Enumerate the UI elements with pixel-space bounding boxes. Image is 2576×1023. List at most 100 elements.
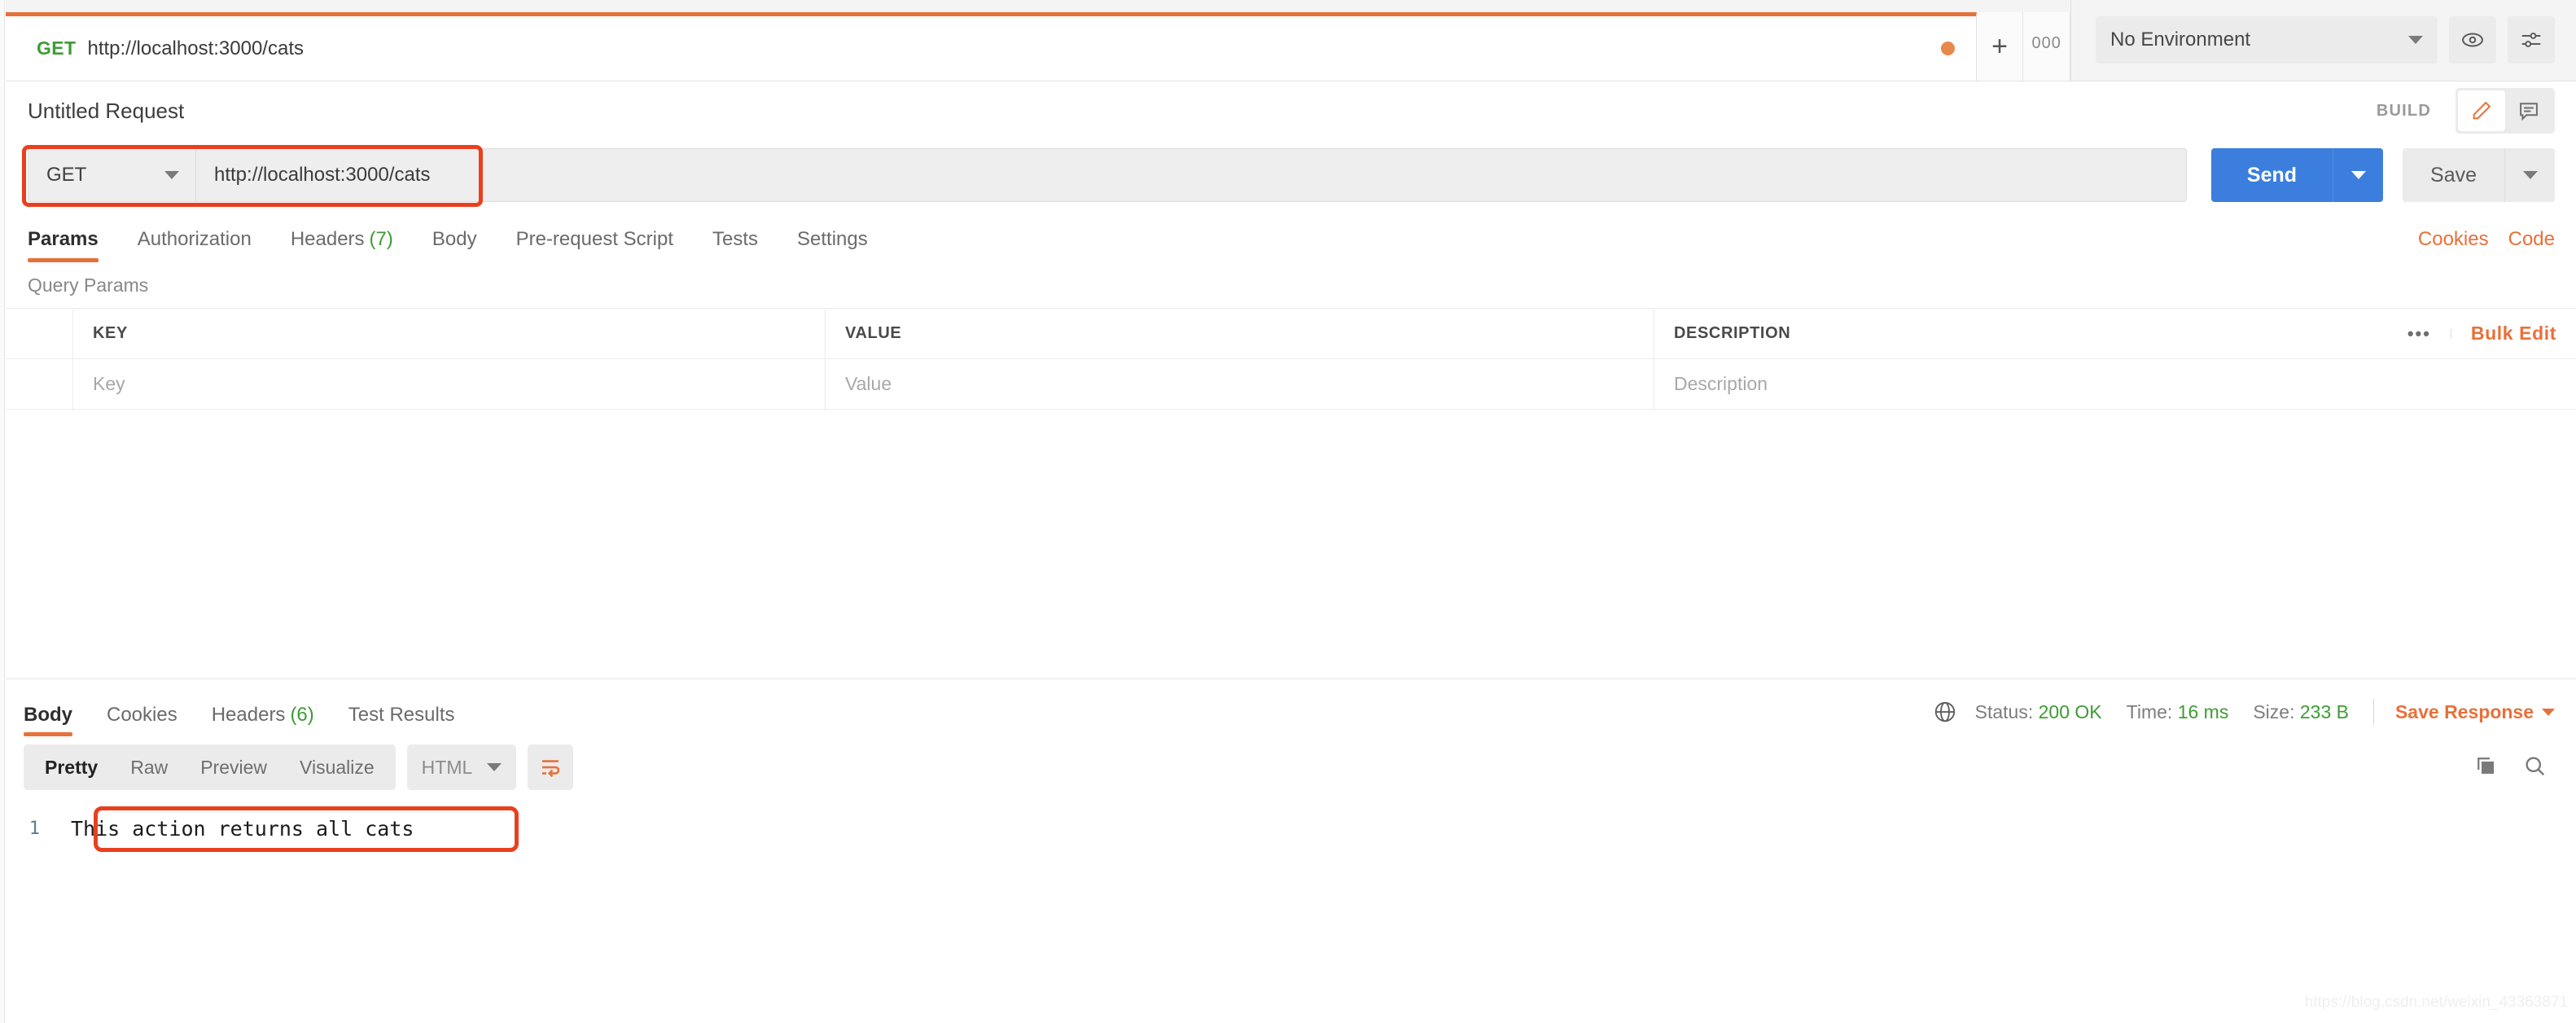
response-view-mode-group: Pretty Raw Preview Visualize xyxy=(24,744,396,790)
tab-options-button[interactable]: 000 xyxy=(2023,12,2070,81)
tab-bar: GET http://localhost:3000/cats + 000 No … xyxy=(6,0,2576,81)
copy-icon xyxy=(2477,757,2494,774)
response-meta: Status: 200 OK Time: 16 ms Size: 233 B S… xyxy=(1933,699,2555,736)
pencil-icon xyxy=(2473,101,2491,120)
comments-button[interactable] xyxy=(2505,90,2552,131)
tab-headers-count: (7) xyxy=(369,228,393,250)
send-button-group: Send xyxy=(2210,148,2384,202)
response-tab-test-results-label: Test Results xyxy=(348,704,455,726)
header-key: KEY xyxy=(73,309,826,358)
build-mode-toggle xyxy=(2456,88,2555,134)
http-method-value: GET xyxy=(46,164,87,186)
response-format-select[interactable]: HTML xyxy=(406,744,517,790)
response-tab-headers[interactable]: Headers (6) xyxy=(212,704,314,736)
response-body-code: 1 This action returns all cats xyxy=(6,798,2576,852)
tab-pre-request-script[interactable]: Pre-request Script xyxy=(516,228,673,262)
environment-select[interactable]: No Environment xyxy=(2096,16,2438,64)
response-tab-cookies[interactable]: Cookies xyxy=(107,704,177,736)
new-tab-button[interactable]: + xyxy=(1976,12,2024,81)
request-tab-url: http://localhost:3000/cats xyxy=(87,37,304,59)
tab-headers[interactable]: Headers (7) xyxy=(291,228,393,262)
response-tab-test-results[interactable]: Test Results xyxy=(348,704,455,736)
table-row: Key Value Description xyxy=(6,359,2576,410)
request-tab-method: GET xyxy=(37,37,77,59)
environment-settings-button[interactable] xyxy=(2508,16,2555,64)
code-line: 1 This action returns all cats xyxy=(6,810,2576,847)
table-tools: ••• Bulk Edit xyxy=(2388,309,2556,358)
status-value: 200 OK xyxy=(2038,700,2102,722)
request-tab[interactable]: GET http://localhost:3000/cats xyxy=(6,12,1977,81)
response-tab-headers-count: (6) xyxy=(290,704,314,726)
request-tabs-links: Cookies Code xyxy=(2418,228,2555,262)
tab-pre-request-script-label: Pre-request Script xyxy=(515,228,673,250)
bulk-edit-link[interactable]: Bulk Edit xyxy=(2451,323,2556,345)
view-mode-visualize[interactable]: Visualize xyxy=(283,757,391,779)
table-options-button[interactable]: ••• xyxy=(2388,324,2451,342)
chevron-down-icon xyxy=(164,171,179,179)
code-link[interactable]: Code xyxy=(2508,228,2555,251)
build-label: BUILD xyxy=(2376,101,2431,120)
environment-quick-look-button[interactable] xyxy=(2449,16,2496,64)
save-options-button[interactable] xyxy=(2504,148,2555,202)
tab-authorization[interactable]: Authorization xyxy=(138,228,252,262)
row-value-input[interactable]: Value xyxy=(826,359,1654,409)
unsaved-indicator-icon xyxy=(1940,42,1955,55)
header-value: VALUE xyxy=(826,309,1654,358)
save-response-button[interactable]: Save Response xyxy=(2395,701,2555,723)
tab-tests[interactable]: Tests xyxy=(712,228,758,262)
send-button[interactable]: Send xyxy=(2210,148,2333,202)
send-options-button[interactable] xyxy=(2333,148,2384,202)
tab-settings[interactable]: Settings xyxy=(797,228,868,262)
query-params-label: Query Params xyxy=(28,274,149,296)
page-title: Untitled Request xyxy=(28,98,185,123)
chevron-down-icon xyxy=(2408,36,2423,44)
globe-icon xyxy=(1934,701,1955,722)
row-description-input[interactable]: Description xyxy=(1654,359,2576,409)
save-response-label: Save Response xyxy=(2394,700,2534,722)
url-row: GET http://localhost:3000/cats Send Save xyxy=(6,140,2576,210)
response-format-value: HTML xyxy=(421,756,473,778)
ellipsis-icon: 000 xyxy=(2031,33,2061,52)
url-input[interactable]: http://localhost:3000/cats xyxy=(195,148,2187,202)
view-mode-pretty[interactable]: Pretty xyxy=(28,757,114,779)
word-wrap-icon xyxy=(542,760,560,778)
status-label: Status: xyxy=(1974,700,2034,722)
network-info-button[interactable] xyxy=(1933,700,1957,724)
tab-params[interactable]: Params xyxy=(28,228,99,262)
environment-selected-label: No Environment xyxy=(2110,29,2251,50)
time-badge: Time: 16 ms xyxy=(2127,701,2229,723)
http-method-select[interactable]: GET xyxy=(28,148,195,202)
response-toolbar-actions xyxy=(2473,753,2555,782)
size-value: 233 B xyxy=(2299,700,2349,722)
view-mode-raw[interactable]: Raw xyxy=(114,757,184,779)
response-tab-body-label: Body xyxy=(24,704,72,726)
copy-response-button[interactable] xyxy=(2473,753,2498,782)
collapsed-sidebar xyxy=(0,0,5,1023)
line-number: 1 xyxy=(28,818,40,839)
response-tab-body[interactable]: Body xyxy=(24,704,72,736)
eye-icon xyxy=(2462,33,2483,47)
status-badge: Status: 200 OK xyxy=(1975,701,2102,723)
request-title-row: Untitled Request BUILD xyxy=(6,81,2576,140)
word-wrap-button[interactable] xyxy=(528,744,574,790)
edit-mode-button[interactable] xyxy=(2458,90,2505,131)
response-tab-headers-label: Headers xyxy=(211,704,286,726)
search-response-button[interactable] xyxy=(2522,753,2547,782)
sliders-icon xyxy=(2521,33,2541,47)
app-root: GET http://localhost:3000/cats + 000 No … xyxy=(6,0,2576,1023)
tab-body[interactable]: Body xyxy=(432,228,477,262)
save-button-group: Save xyxy=(2403,148,2555,202)
url-input-value: http://localhost:3000/cats xyxy=(214,164,431,186)
header-select-all-cell xyxy=(6,309,73,358)
table-header-row: KEY VALUE DESCRIPTION ••• Bulk Edit xyxy=(6,309,2576,359)
response-body-text[interactable]: This action returns all cats xyxy=(53,817,414,841)
tab-authorization-label: Authorization xyxy=(137,228,252,250)
cookies-link[interactable]: Cookies xyxy=(2418,228,2489,251)
save-button[interactable]: Save xyxy=(2403,148,2504,202)
chevron-down-icon xyxy=(2542,708,2555,716)
row-key-input[interactable]: Key xyxy=(73,359,826,409)
tab-body-label: Body xyxy=(432,228,477,250)
row-checkbox-cell[interactable] xyxy=(6,359,73,409)
tab-settings-label: Settings xyxy=(797,228,868,250)
view-mode-preview[interactable]: Preview xyxy=(184,757,283,779)
